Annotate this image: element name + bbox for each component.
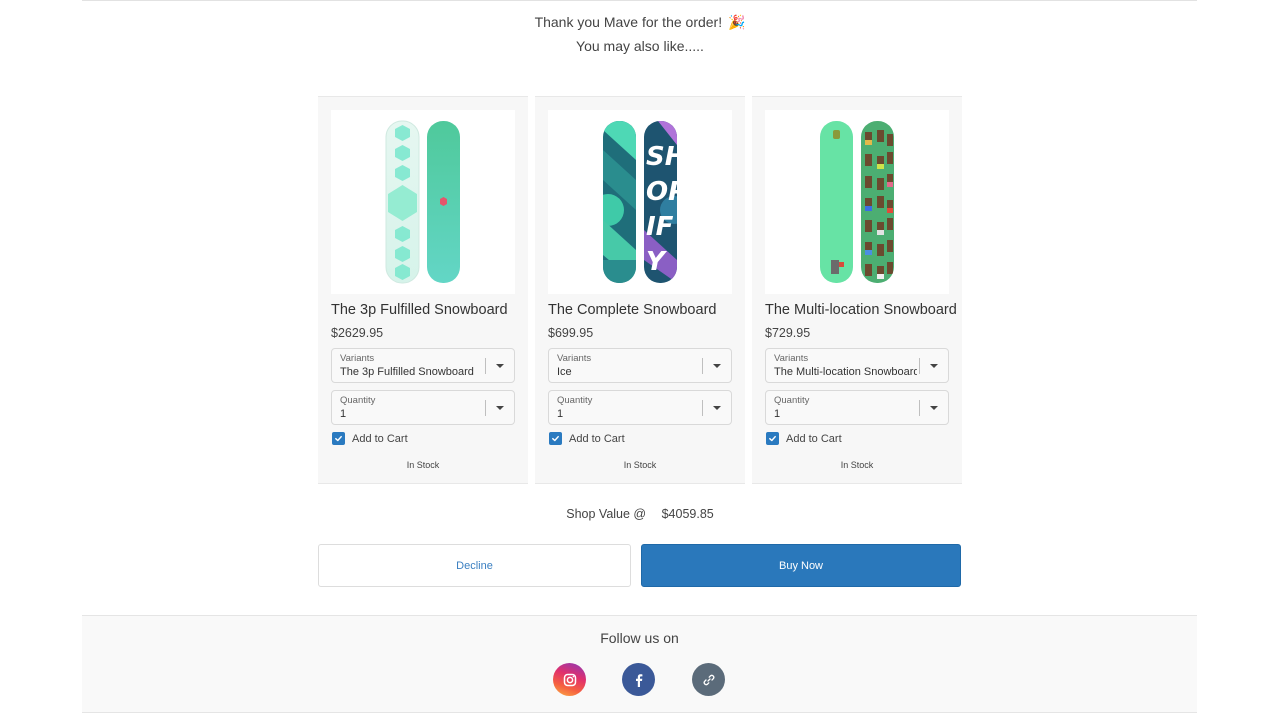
select-separator [485,358,486,374]
chevron-down-icon[interactable] [713,364,721,368]
product-price: $699.95 [548,326,594,340]
add-to-cart-toggle[interactable]: Add to Cart [549,432,625,445]
quantity-select[interactable]: Quantity 1 [331,390,515,425]
svg-text:Y: Y [646,247,668,277]
quantity-select[interactable]: Quantity 1 [765,390,949,425]
shop-value-label: Shop Value @ [566,507,647,521]
add-to-cart-checkbox[interactable] [549,432,562,445]
product-price: $2629.95 [331,326,384,340]
quantity-label: Quantity [557,395,593,406]
product-title[interactable]: The Complete Snowboard [548,302,716,318]
stock-status: In Stock [840,460,874,470]
top-divider [82,0,1197,1]
product-list: The 3p Fulfilled Snowboard $2629.95 Vari… [318,96,962,484]
add-to-cart-label[interactable]: Add to Cart [569,433,625,445]
facebook-icon [635,673,642,687]
party-popper-icon: 🎉 [728,14,746,30]
facebook-link[interactable] [622,663,655,696]
thank-you-text: Thank you Mave for the order! [534,14,723,30]
follow-us-label: Follow us on [600,630,679,646]
add-to-cart-checkbox[interactable] [766,432,779,445]
link-icon [703,674,714,685]
website-link[interactable] [692,663,725,696]
product-title[interactable]: The Multi-location Snowboard [765,302,957,318]
add-to-cart-label[interactable]: Add to Cart [786,433,842,445]
svg-text:SH: SH [646,142,687,172]
product-card: The Multi-location Snowboard $729.95 Var… [752,96,962,484]
snowboard-mint-hexagon-icon [385,120,460,284]
variants-value: The 3p Fulfilled Snowboard [340,366,474,378]
variants-select[interactable]: Variants Ice [548,348,732,383]
select-separator [702,400,703,416]
product-card: SH OP IF Y The Complete Snowboard $699.9… [535,96,745,484]
add-to-cart-toggle[interactable]: Add to Cart [766,432,842,445]
chevron-down-icon[interactable] [930,406,938,410]
buy-now-button[interactable]: Buy Now [641,544,961,587]
stock-status: In Stock [623,460,657,470]
quantity-label: Quantity [774,395,810,406]
chevron-down-icon[interactable] [930,364,938,368]
variants-label: Variants [774,353,809,364]
upsell-subtitle: You may also like..... [576,38,704,54]
select-separator [485,400,486,416]
product-image[interactable] [331,110,515,294]
svg-text:OP: OP [646,177,687,207]
checkmark-icon [769,435,776,442]
quantity-select[interactable]: Quantity 1 [548,390,732,425]
product-card: The 3p Fulfilled Snowboard $2629.95 Vari… [318,96,528,484]
instagram-link[interactable] [553,663,586,696]
variants-select[interactable]: Variants The 3p Fulfilled Snowboard [331,348,515,383]
product-image[interactable]: SH OP IF Y [548,110,732,294]
variants-select[interactable]: Variants The Multi-location Snowboard [765,348,949,383]
select-separator [919,358,920,374]
variants-value: The Multi-location Snowboard [774,366,917,378]
variants-label: Variants [340,353,375,364]
shop-value-amount: $4059.85 [661,507,714,521]
svg-text:IF: IF [646,212,674,242]
stock-status: In Stock [406,460,440,470]
add-to-cart-toggle[interactable]: Add to Cart [332,432,408,445]
product-price: $729.95 [765,326,811,340]
product-title[interactable]: The 3p Fulfilled Snowboard [331,302,508,318]
quantity-value: 1 [774,408,781,420]
checkmark-icon [552,435,559,442]
quantity-value: 1 [340,408,347,420]
quantity-label: Quantity [340,395,376,406]
variants-value: Ice [557,366,572,378]
thank-you-message: Thank you Mave for the order! 🎉 [0,12,1280,32]
snowboard-green-pixel-people-icon [820,121,894,283]
product-image[interactable] [765,110,949,294]
select-separator [702,358,703,374]
chevron-down-icon[interactable] [496,406,504,410]
snowboard-shopify-teal-purple-icon: SH OP IF Y [603,121,687,283]
add-to-cart-label[interactable]: Add to Cart [352,433,408,445]
order-header: Thank you Mave for the order! 🎉 You may … [0,12,1280,56]
quantity-value: 1 [557,408,564,420]
instagram-icon [563,673,576,686]
add-to-cart-checkbox[interactable] [332,432,345,445]
variants-label: Variants [557,353,592,364]
checkmark-icon [335,435,342,442]
chevron-down-icon[interactable] [496,364,504,368]
shop-value-summary: Shop Value @ $4059.85 [0,507,1280,521]
select-separator [919,400,920,416]
chevron-down-icon[interactable] [713,406,721,410]
footer: Follow us on [82,615,1197,713]
decline-button[interactable]: Decline [318,544,631,587]
